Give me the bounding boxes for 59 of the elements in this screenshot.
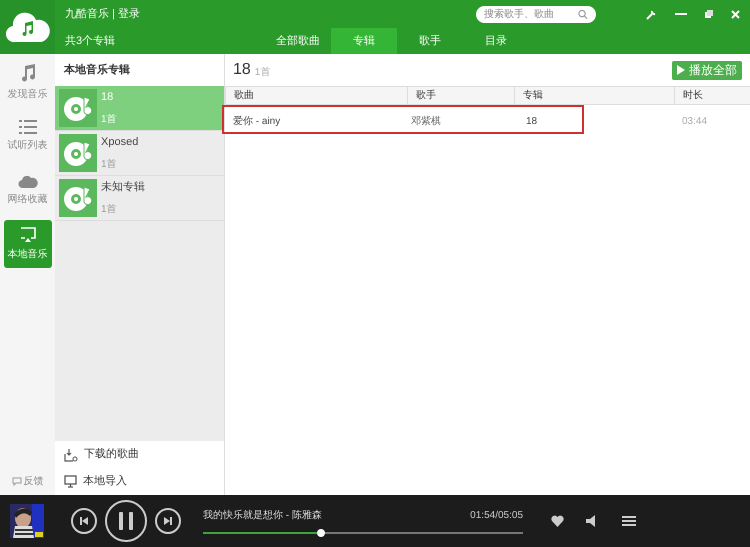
wrench-icon[interactable] — [646, 8, 657, 20]
restore-icon[interactable] — [705, 10, 713, 18]
table-cell-text: 爱你 - ainy — [232, 114, 282, 128]
play-icon — [677, 65, 685, 75]
playlist-icon[interactable] — [622, 515, 636, 527]
album-name: 未知专辑 — [101, 180, 145, 196]
search-icon — [578, 8, 588, 20]
search-field[interactable]: 搜索歌手、歌曲 — [476, 6, 596, 22]
heart-icon[interactable] — [551, 515, 564, 527]
column-header[interactable]: 专辑 — [514, 87, 674, 104]
pause-icon — [118, 512, 134, 530]
nav-item[interactable]: 发现音乐 — [4, 58, 52, 106]
table-cell-text: 邓紫棋 — [410, 114, 442, 128]
column-header[interactable]: 歌曲 — [225, 87, 407, 104]
progress-handle[interactable] — [317, 529, 326, 537]
cloud-logo-icon — [6, 11, 50, 43]
album-item[interactable]: 未知专辑 1首 — [55, 176, 224, 221]
skip-back-icon — [79, 516, 89, 526]
previous-button[interactable] — [71, 508, 97, 534]
minimize-icon[interactable] — [675, 12, 687, 16]
album-name: Xposed — [101, 135, 138, 150]
tab[interactable]: 专辑 — [331, 28, 397, 54]
track-time: 01:54/05:05 — [470, 509, 523, 523]
nav-item[interactable]: 网络收藏 — [4, 166, 52, 214]
table-cell-text: 03:44 — [681, 114, 708, 128]
list-icon — [18, 120, 36, 134]
column-header[interactable]: 时长 — [674, 87, 750, 104]
nav-item[interactable]: 本地音乐 — [4, 220, 52, 268]
pause-button[interactable] — [105, 500, 147, 542]
album-link[interactable]: 本地导入 — [83, 473, 127, 490]
song-count: 1首 — [254, 66, 270, 80]
skip-forward-icon — [163, 516, 173, 526]
next-button[interactable] — [155, 508, 181, 534]
album-count: 1首 — [101, 202, 118, 217]
close-icon[interactable] — [731, 10, 740, 18]
chat-bubble-icon — [12, 477, 22, 486]
tab[interactable]: 歌手 — [397, 28, 463, 54]
tab[interactable]: 目录 — [463, 28, 529, 54]
album-name: 18 — [101, 90, 114, 106]
album-heading: 18 — [233, 60, 251, 80]
app-title: 九酷音乐 | 登录 — [65, 6, 140, 22]
tab[interactable]: 全部歌曲 — [265, 28, 331, 54]
column-header[interactable]: 歌手 — [407, 87, 514, 104]
album-item[interactable]: 18 1首 — [55, 86, 224, 131]
screen-icon — [20, 226, 36, 242]
monitor-icon — [64, 475, 77, 488]
track-title: 我的快乐就是想你 - 陈雅森 — [203, 508, 322, 523]
play-all-button[interactable]: 播放全部 — [672, 60, 742, 80]
album-count: 1首 — [101, 158, 118, 172]
album-link[interactable]: 下载的歌曲 — [84, 446, 139, 463]
cloud-icon — [18, 174, 38, 188]
nav-item[interactable]: 试听列表 — [4, 112, 52, 160]
album-count: 共3个专辑 — [65, 34, 116, 49]
table-cell-text: 18 — [525, 114, 538, 128]
feedback-link[interactable]: 反馈 — [24, 474, 44, 489]
download-icon — [64, 448, 78, 462]
album-list-title: 本地音乐专辑 — [55, 54, 224, 86]
album-count: 1首 — [101, 112, 117, 127]
album-item[interactable]: Xposed 1首 — [55, 131, 224, 176]
